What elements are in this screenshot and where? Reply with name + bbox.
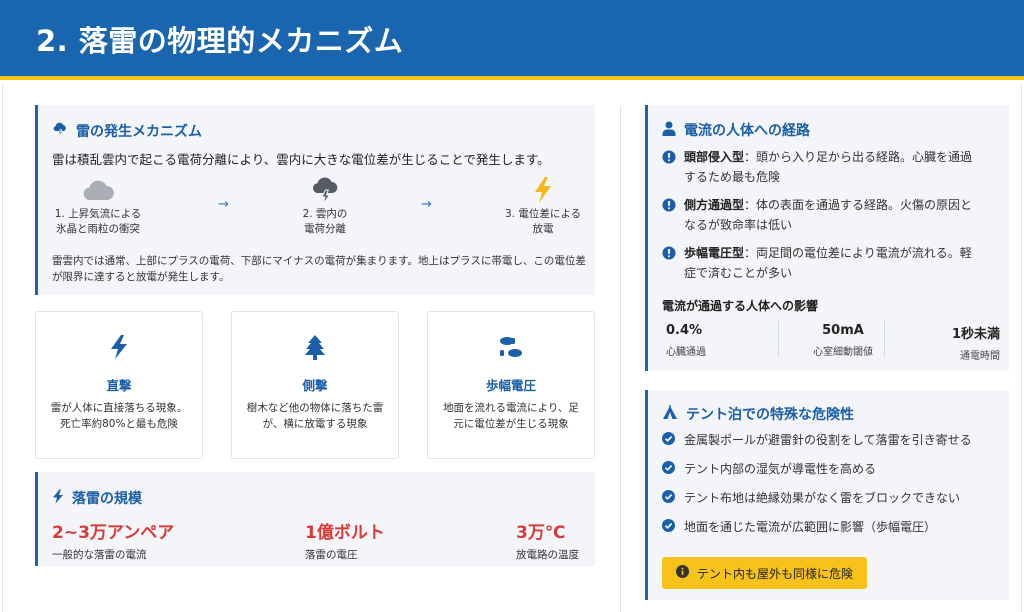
metric-value: 1秒未満: [951, 327, 1000, 342]
route-desc-cont: するため最も危険: [684, 170, 781, 184]
page-header: 2. 落雷の物理的メカニズム: [0, 0, 1024, 80]
check-circle-icon: [662, 460, 675, 477]
route-name: 歩幅電圧型: [684, 246, 745, 260]
step-2-line2: 電荷分離: [304, 223, 346, 235]
column-divider: [620, 106, 621, 612]
route-desc-cont: なるが致命率は低い: [684, 218, 793, 232]
strike-type-title: 歩幅電圧: [485, 378, 536, 393]
step-3: 3. 電位差による 放電: [483, 175, 603, 237]
mechanism-card: 雷の発生メカニズム 雷は積乱雲内で起こる電荷分離により、雲内に大きな電位差が生じ…: [35, 105, 595, 295]
risk-item: 地面を通じた電流が広範囲に影響（歩幅電圧）: [662, 518, 936, 535]
metric-value: 0.4%: [666, 323, 703, 338]
scale-title-text: 落雷の規模: [72, 491, 142, 507]
tree-icon: [232, 334, 398, 360]
metric-duration: 1秒未満 通電時間: [930, 323, 1000, 362]
strike-type-desc: 樹木など他の物体に落ちた雷が、横に放電する現象: [246, 402, 384, 430]
warning-text: テント内も屋外も同様に危険: [697, 566, 854, 581]
strike-type-desc: 雷が人体に直接落ちる現象。死亡率約80%と最も危険: [50, 402, 188, 430]
arrow-icon: →: [421, 197, 432, 212]
route-item: 歩幅電圧型：両足間の電位差により電流が流れる。軽症で済むことが多い: [662, 243, 1002, 283]
page-title: 2. 落雷の物理的メカニズム: [36, 24, 404, 58]
stat-value: 2~3万アンペア: [52, 523, 175, 543]
risk-text: テント布地は絶縁効果がなく雷をブロックできない: [684, 491, 961, 505]
scale-card: 落雷の規模 2~3万アンペア 一般的な落雷の電流 1億ボルト 落雷の電圧 3万℃…: [35, 472, 595, 566]
thunder-cloud-icon: [265, 175, 385, 205]
risk-item: テント布地は絶縁効果がなく雷をブロックできない: [662, 489, 960, 506]
risk-text: 金属製ポールが避雷針の役割をして落雷を引き寄せる: [684, 433, 972, 447]
step-2-line1: 2. 雲内の: [302, 208, 348, 220]
stat-current: 2~3万アンペア 一般的な落雷の電流: [52, 518, 174, 562]
route-desc-cont: 症で済むことが多い: [684, 266, 793, 280]
exclamation-circle-icon: [662, 198, 676, 235]
body-path-title: 電流の人体への経路: [662, 120, 810, 140]
metric-label: 心臓通過: [666, 347, 706, 358]
metric-threshold: 50mA 心室細動閾値: [808, 323, 878, 358]
cloud-icon: [38, 175, 158, 205]
stat-label: 放電路の温度: [516, 549, 579, 561]
risk-text: 地面を通じた電流が広範囲に影響（歩幅電圧）: [684, 520, 937, 534]
route-item: 頭部侵入型：頭から入り足から出る経路。心臓を通過するため最も危険: [662, 147, 1002, 187]
route-desc: ：両足間の電位差により電流が流れる。軽: [744, 246, 972, 260]
strike-type-direct: 直撃 雷が人体に直接落ちる現象。死亡率約80%と最も危険: [35, 311, 203, 459]
footprints-icon: [428, 334, 594, 360]
route-name: 頭部侵入型: [684, 150, 745, 164]
bolt-icon: [36, 334, 202, 360]
check-circle-icon: [662, 489, 675, 506]
stat-temperature: 3万℃ 放電路の温度: [516, 518, 579, 562]
scale-title: 落雷の規模: [52, 488, 142, 508]
divider: [778, 319, 779, 357]
tent-title-text: テント泊での特殊な危険性: [686, 407, 854, 423]
step-3-line2: 放電: [532, 223, 554, 235]
user-icon: [662, 121, 676, 140]
route-desc: ：頭から入り足から出る経路。心臓を通過: [744, 150, 973, 164]
risk-item: 金属製ポールが避雷針の役割をして落雷を引き寄せる: [662, 431, 972, 448]
risk-text: テント内部の湿気が導電性を高める: [684, 462, 877, 476]
strike-type-title: 直撃: [106, 378, 132, 393]
route-name: 側方通過型: [684, 198, 745, 212]
step-1-line1: 1. 上昇気流による: [54, 208, 142, 220]
stat-voltage: 1億ボルト 落雷の電圧: [305, 518, 385, 562]
tent-icon: [662, 404, 678, 424]
lightning-icon: [483, 175, 603, 205]
metric-label: 通電時間: [960, 351, 1000, 362]
thunder-cloud-icon: [52, 121, 68, 141]
body-path-card: 電流の人体への経路 頭部侵入型：頭から入り足から出る経路。心臓を通過するため最も…: [645, 105, 1009, 371]
strike-type-desc: 地面を流れる電流により、足元に電位差が生じる現象: [443, 402, 579, 430]
risk-item: テント内部の湿気が導電性を高める: [662, 460, 876, 477]
strike-type-step-voltage: 歩幅電圧 地面を流れる電流により、足元に電位差が生じる現象: [427, 311, 595, 459]
step-1-line2: 氷晶と雨粒の衝突: [56, 223, 140, 235]
route-desc: ：体の表面を通過する経路。火傷の原因と: [744, 198, 973, 212]
exclamation-circle-icon: [662, 246, 676, 283]
mechanism-note: 雷雲内では通常、上部にプラスの電荷、下部にマイナスの電荷が集まります。地上はプラ…: [52, 255, 586, 283]
exclamation-circle-icon: [662, 150, 676, 187]
info-circle-icon: [676, 565, 689, 581]
step-1: 1. 上昇気流による 氷晶と雨粒の衝突: [38, 175, 158, 237]
step-3-line1: 3. 電位差による: [504, 208, 582, 220]
strike-type-side: 側撃 樹木など他の物体に落ちた雷が、横に放電する現象: [231, 311, 399, 459]
stat-value: 1億ボルト: [305, 523, 385, 543]
body-path-title-text: 電流の人体への経路: [684, 123, 810, 139]
mechanism-title-text: 雷の発生メカニズム: [76, 124, 202, 140]
check-circle-icon: [662, 431, 675, 448]
effects-title: 電流が通過する人体への影響: [662, 299, 819, 313]
metric-heart: 0.4% 心臓通過: [666, 323, 706, 358]
route-item: 側方通過型：体の表面を通過する経路。火傷の原因となるが致命率は低い: [662, 195, 1002, 235]
metric-value: 50mA: [822, 323, 864, 338]
metric-label: 心室細動閾値: [813, 347, 873, 358]
check-circle-icon: [662, 518, 675, 535]
bolt-icon: [52, 489, 64, 508]
step-2: 2. 雲内の 電荷分離: [265, 175, 385, 237]
divider: [884, 319, 885, 357]
tent-title: テント泊での特殊な危険性: [662, 404, 854, 424]
strike-type-title: 側撃: [302, 378, 328, 393]
arrow-icon: →: [218, 197, 229, 212]
stat-label: 落雷の電圧: [305, 549, 358, 561]
stat-label: 一般的な落雷の電流: [52, 549, 147, 561]
warning-button[interactable]: テント内も屋外も同様に危険: [662, 557, 868, 589]
mechanism-title: 雷の発生メカニズム: [52, 121, 202, 141]
tent-risk-card: テント泊での特殊な危険性 金属製ポールが避雷針の役割をして落雷を引き寄せる テン…: [645, 390, 1009, 600]
stat-value: 3万℃: [516, 523, 566, 543]
mechanism-lead: 雷は積乱雲内で起こる電荷分離により、雲内に大きな電位差が生じることで発生します。: [52, 152, 550, 167]
